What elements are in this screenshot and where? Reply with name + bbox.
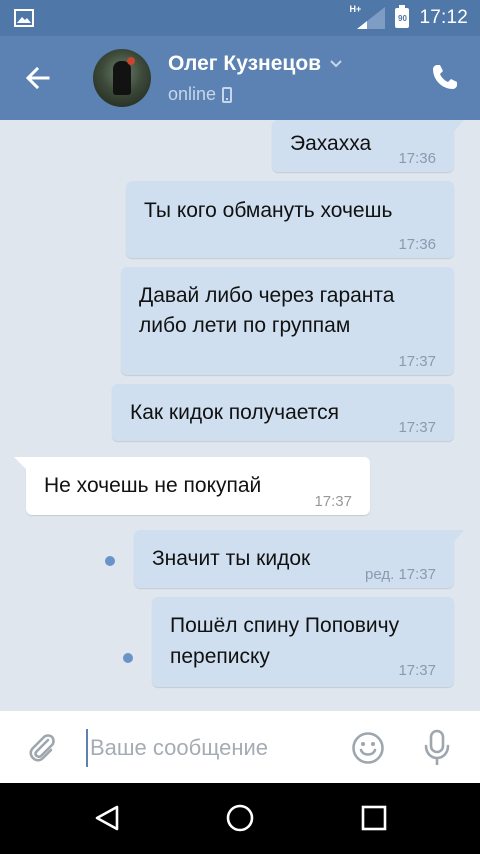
message-text-line: либо лети по группам bbox=[139, 314, 351, 337]
unread-indicator bbox=[123, 653, 133, 663]
status-text: online bbox=[168, 84, 217, 104]
message-input[interactable] bbox=[86, 729, 336, 767]
message-time: 17:37 bbox=[314, 493, 352, 510]
battery-level: 90 bbox=[398, 13, 407, 23]
contact-status: online bbox=[168, 84, 233, 105]
message-text: Как кидок получается bbox=[130, 401, 340, 424]
message-bubble[interactable]: Давай либо через гаранта либо лети по гр… bbox=[121, 267, 454, 375]
message-text: Не хочешь не покупай bbox=[44, 474, 262, 497]
message-text-line: Давай либо через гаранта bbox=[139, 284, 395, 307]
message-bubble-incoming[interactable]: Не хочешь не покупай 17:37 bbox=[14, 457, 370, 515]
avatar[interactable] bbox=[93, 49, 151, 107]
message-time: 17:36 bbox=[398, 236, 436, 253]
contact-name[interactable]: Олег Кузнецов bbox=[168, 52, 343, 76]
microphone-icon[interactable] bbox=[421, 729, 453, 767]
battery-icon: 90 bbox=[395, 5, 410, 28]
message-text: Значит ты кидок bbox=[152, 547, 311, 570]
mobile-device-icon bbox=[222, 86, 233, 103]
emoji-icon[interactable] bbox=[351, 731, 385, 765]
message-text-line: переписку bbox=[170, 645, 270, 668]
system-nav-bar bbox=[0, 783, 480, 854]
unread-indicator bbox=[105, 556, 115, 566]
chat-header: Олег Кузнецов online bbox=[0, 36, 480, 120]
image-icon bbox=[14, 9, 34, 27]
composer bbox=[0, 710, 480, 783]
message-text: Эахахха bbox=[290, 132, 372, 155]
message-bubble[interactable]: Значит ты кидок ред. 17:37 bbox=[134, 530, 464, 588]
message-time: 17:37 bbox=[398, 419, 436, 436]
message-time: 17:37 bbox=[398, 353, 436, 370]
message-time: 17:36 bbox=[398, 150, 436, 167]
phone-icon[interactable] bbox=[430, 62, 460, 92]
message-bubble[interactable]: Ты кого обмануть хочешь 17:36 bbox=[126, 181, 454, 258]
message-time: ред. 17:37 bbox=[365, 566, 436, 583]
paperclip-icon[interactable] bbox=[26, 731, 58, 763]
nav-recents-icon[interactable] bbox=[360, 804, 388, 832]
chevron-down-icon[interactable] bbox=[329, 59, 343, 69]
message-text: Ты кого обмануть хочешь bbox=[144, 199, 393, 222]
message-bubble[interactable]: Как кидок получается 17:37 bbox=[112, 384, 454, 441]
message-bubble[interactable]: Эахахха 17:36 bbox=[272, 120, 464, 172]
nav-back-icon[interactable] bbox=[92, 803, 122, 833]
message-bubble[interactable]: Пошёл спину Поповичу переписку 17:37 bbox=[152, 597, 454, 687]
nav-home-icon[interactable] bbox=[225, 803, 255, 833]
clock: 17:12 bbox=[419, 7, 468, 28]
message-text-line: Пошёл спину Поповичу bbox=[170, 614, 400, 637]
back-arrow-icon[interactable] bbox=[22, 62, 54, 94]
contact-name-text: Олег Кузнецов bbox=[168, 52, 322, 75]
status-bar: H+ 90 17:12 bbox=[0, 0, 480, 36]
signal-icon: H+ bbox=[349, 5, 386, 29]
message-list[interactable]: Эахахха 17:36 Ты кого обмануть хочешь 17… bbox=[0, 120, 480, 710]
message-time: 17:37 bbox=[398, 662, 436, 679]
